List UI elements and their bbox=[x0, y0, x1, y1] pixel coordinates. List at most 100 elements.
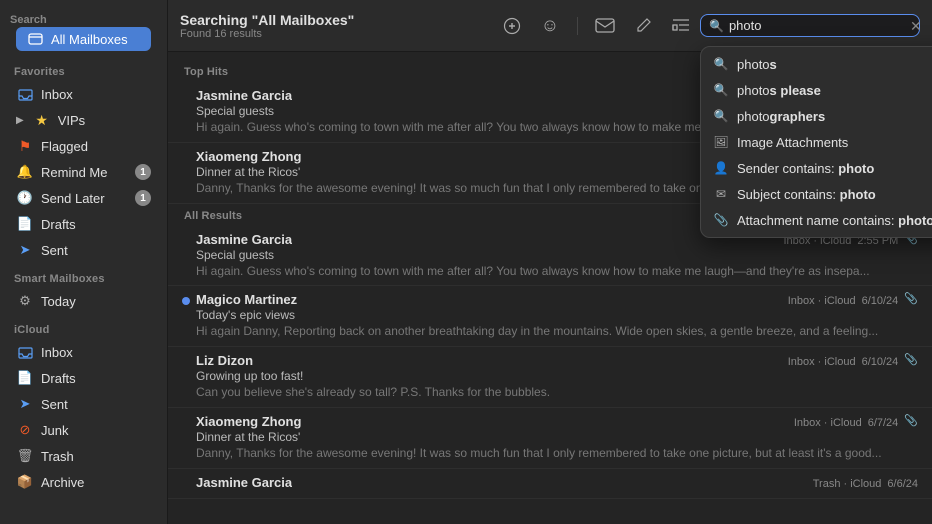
dropdown-item-image-attachments[interactable]: 🖼 Image Attachments bbox=[701, 129, 932, 155]
main-area: Searching "All Mailboxes" Found 16 resul… bbox=[168, 0, 932, 524]
dropdown-item-photos[interactable]: 🔍 photos bbox=[701, 51, 932, 77]
table-row[interactable]: Xiaomeng Zhong Inbox · iCloud 6/7/24 Din… bbox=[168, 408, 932, 469]
sidebar-item-icloud-junk[interactable]: ⊘ Junk bbox=[6, 418, 161, 442]
sidebar-item-drafts[interactable]: 📄 Drafts bbox=[6, 212, 161, 236]
pencil-icon[interactable] bbox=[632, 15, 654, 37]
toolbar-subtitle: Found 16 results bbox=[180, 28, 493, 40]
email-header-row: Xiaomeng Zhong Inbox · iCloud 6/7/24 bbox=[196, 414, 898, 429]
icloud-junk-icon: ⊘ bbox=[16, 421, 34, 439]
sidebar-search-section: Search All Mailboxes bbox=[0, 8, 167, 56]
toolbar: Searching "All Mailboxes" Found 16 resul… bbox=[168, 0, 932, 52]
email-preview: Can you believe she's already so tall? P… bbox=[196, 384, 898, 401]
attachment-icon: 📎 bbox=[904, 232, 918, 280]
email-time: 6/7/24 bbox=[868, 417, 899, 429]
sidebar-item-sent[interactable]: ➤ Sent bbox=[6, 238, 161, 262]
email-location: Inbox · iCloud bbox=[794, 417, 862, 429]
sidebar-item-icloud-sent[interactable]: ➤ Sent bbox=[6, 392, 161, 416]
sidebar-item-send-later[interactable]: 🕐 Send Later 1 bbox=[6, 186, 161, 210]
smart-mailboxes-label: Smart Mailboxes bbox=[0, 263, 167, 288]
email-content: Jasmine Garcia Inbox · iCloud 2:55 PM Sp… bbox=[196, 232, 898, 280]
inbox-icon bbox=[16, 85, 34, 103]
icloud-archive-label: Archive bbox=[41, 475, 151, 490]
vip-chevron-icon: ▶ bbox=[16, 115, 24, 126]
dropdown-item-photos-please[interactable]: 🔍 photos please bbox=[701, 77, 932, 103]
dropdown-item-subject-contains[interactable]: ✉ Subject contains: photo bbox=[701, 181, 932, 207]
dd-image-icon: 🖼 bbox=[713, 134, 729, 150]
icloud-archive-icon: 📦 bbox=[16, 473, 34, 491]
icloud-section-label: iCloud bbox=[0, 314, 167, 339]
sidebar-item-flagged[interactable]: ⚑ Flagged bbox=[6, 134, 161, 158]
sidebar-item-icloud-trash[interactable]: 🗑 Trash bbox=[6, 444, 161, 468]
email-subject: Dinner at the Ricos' bbox=[196, 430, 898, 444]
email-preview: Hi again Danny, Reporting back on anothe… bbox=[196, 323, 898, 340]
bell-icon: 🔔 bbox=[16, 163, 34, 181]
sidebar-item-today[interactable]: ⚙ Today bbox=[6, 289, 161, 313]
attachment-icon: 📎 bbox=[904, 414, 918, 462]
dd-text-photographers: photographers bbox=[737, 109, 932, 124]
clock-icon: 🕐 bbox=[16, 189, 34, 207]
unread-dot bbox=[182, 358, 190, 366]
sidebar-item-remind-me[interactable]: 🔔 Remind Me 1 bbox=[6, 160, 161, 184]
compose-new-icon[interactable] bbox=[501, 15, 523, 37]
dropdown-item-sender-contains[interactable]: 👤 Sender contains: photo bbox=[701, 155, 932, 181]
table-row[interactable]: Liz Dizon Inbox · iCloud 6/10/24 Growing… bbox=[168, 347, 932, 408]
unread-dot bbox=[182, 237, 190, 245]
unread-dot bbox=[182, 93, 190, 101]
search-input[interactable] bbox=[729, 18, 905, 33]
icloud-inbox-icon bbox=[16, 343, 34, 361]
sent-label: Sent bbox=[41, 243, 151, 258]
toolbar-separator bbox=[577, 17, 578, 35]
icloud-junk-label: Junk bbox=[41, 423, 151, 438]
unread-dot bbox=[182, 297, 190, 305]
toolbar-icons: ☺ bbox=[501, 15, 692, 37]
dropdown-item-photographers[interactable]: 🔍 photographers bbox=[701, 103, 932, 129]
icloud-drafts-icon: 📄 bbox=[16, 369, 34, 387]
sidebar-item-icloud-archive[interactable]: 📦 Archive bbox=[6, 470, 161, 494]
sidebar-item-vips[interactable]: ▶ ★ VIPs bbox=[6, 108, 161, 132]
email-time: 6/6/24 bbox=[887, 478, 918, 490]
search-input-wrapper: 🔍 ✕ bbox=[700, 14, 920, 37]
icloud-sent-icon: ➤ bbox=[16, 395, 34, 413]
email-sender: Jasmine Garcia bbox=[196, 232, 292, 247]
toolbar-title: Searching "All Mailboxes" bbox=[180, 12, 493, 28]
dd-text-photos: photos bbox=[737, 57, 932, 72]
email-header-row: Magico Martinez Inbox · iCloud 6/10/24 bbox=[196, 292, 898, 307]
vips-label: VIPs bbox=[58, 113, 151, 128]
dropdown-item-attachment-name[interactable]: 📎 Attachment name contains: photo bbox=[701, 207, 932, 233]
dd-text-subject: Subject contains: photo bbox=[737, 187, 932, 202]
sidebar-item-icloud-inbox[interactable]: Inbox bbox=[6, 340, 161, 364]
remind-me-label: Remind Me bbox=[41, 165, 128, 180]
drafts-label: Drafts bbox=[41, 217, 151, 232]
table-row[interactable]: Jasmine Garcia Trash · iCloud 6/6/24 bbox=[168, 469, 932, 499]
search-magnifier-icon: 🔍 bbox=[709, 19, 724, 33]
flag-icon: ⚑ bbox=[16, 137, 34, 155]
sidebar: Search All Mailboxes Favorites Inbox ▶ ★… bbox=[0, 0, 168, 524]
sidebar-item-all-mailboxes[interactable]: All Mailboxes bbox=[16, 27, 151, 51]
email-subject: Growing up too fast! bbox=[196, 369, 898, 383]
email-location: Inbox · iCloud bbox=[788, 295, 856, 307]
mail-icon[interactable] bbox=[594, 15, 616, 37]
email-time: 6/10/24 bbox=[862, 295, 899, 307]
icloud-drafts-label: Drafts bbox=[41, 371, 151, 386]
icloud-trash-label: Trash bbox=[41, 449, 151, 464]
sidebar-item-inbox[interactable]: Inbox bbox=[6, 82, 161, 106]
sidebar-item-icloud-drafts[interactable]: 📄 Drafts bbox=[6, 366, 161, 390]
search-section-label: Search bbox=[10, 14, 157, 26]
email-sender: Jasmine Garcia bbox=[196, 475, 292, 490]
sent-icon: ➤ bbox=[16, 241, 34, 259]
table-row[interactable]: Magico Martinez Inbox · iCloud 6/10/24 T… bbox=[168, 286, 932, 347]
sidebar-toggle-icon[interactable] bbox=[670, 15, 692, 37]
dd-text-image-attachments: Image Attachments bbox=[737, 135, 932, 150]
dd-text-attachment: Attachment name contains: photo bbox=[737, 213, 932, 228]
send-later-label: Send Later bbox=[41, 191, 128, 206]
today-label: Today bbox=[41, 294, 151, 309]
emoji-icon[interactable]: ☺ bbox=[539, 15, 561, 37]
search-clear-icon[interactable]: ✕ bbox=[910, 19, 922, 33]
unread-dot bbox=[182, 480, 190, 488]
dd-search-icon-2: 🔍 bbox=[713, 82, 729, 98]
email-meta: Trash · iCloud 6/6/24 bbox=[813, 478, 918, 490]
search-area: 🔍 ✕ 🔍 photos 🔍 photos please 🔍 photograp… bbox=[700, 14, 920, 37]
send-later-badge: 1 bbox=[135, 190, 151, 206]
email-header-row: Jasmine Garcia Trash · iCloud 6/6/24 bbox=[196, 475, 918, 490]
star-icon: ★ bbox=[33, 111, 51, 129]
